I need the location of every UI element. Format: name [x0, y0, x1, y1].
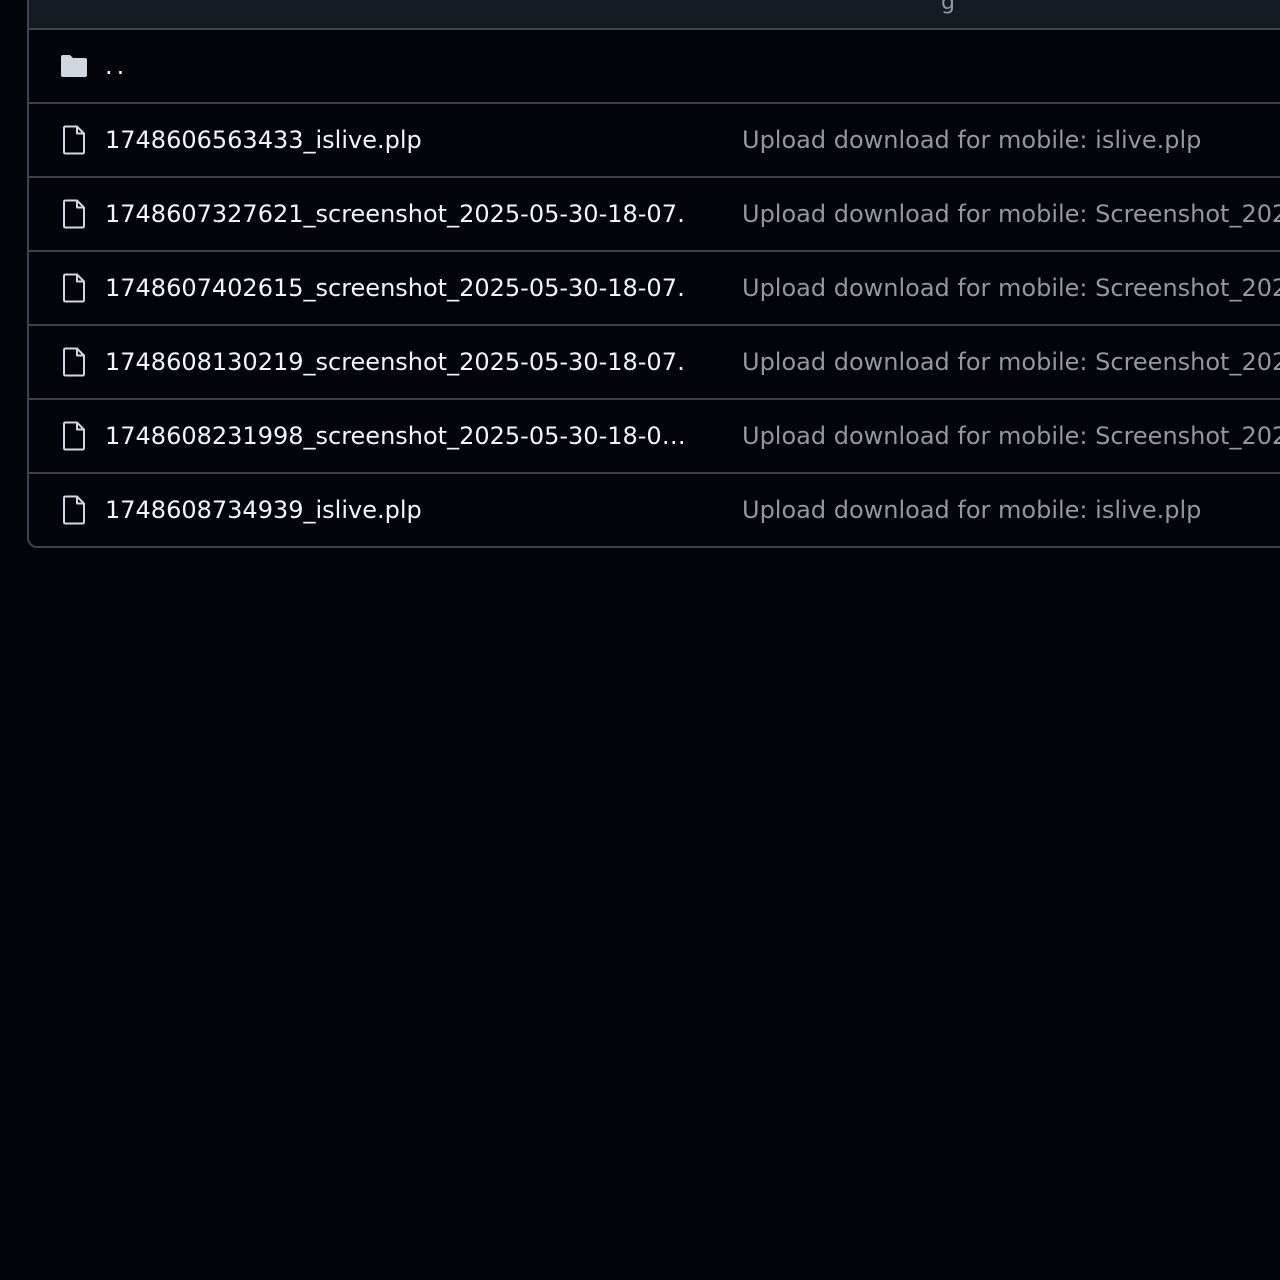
file-name-link[interactable]: 1748607327621_screenshot_2025-05-30-18-0… — [105, 200, 685, 228]
file-name-link[interactable]: 1748607402615_screenshot_2025-05-30-18-0… — [105, 274, 685, 302]
file-row[interactable]: 1748608130219_screenshot_2025-05-30-18-0… — [29, 326, 1280, 400]
file-row[interactable]: 1748607327621_screenshot_2025-05-30-18-0… — [29, 178, 1280, 252]
file-icon — [58, 124, 90, 156]
file-row[interactable]: 1748608734939_islive.plp Upload download … — [29, 474, 1280, 546]
file-row[interactable]: 1748608231998_screenshot_2025-05-30-18-0… — [29, 400, 1280, 474]
commit-message-link[interactable]: Upload download for mobile: islive.plp — [742, 126, 1201, 154]
parent-directory-row[interactable]: .. — [29, 30, 1280, 104]
commit-message-link[interactable]: Upload download for mobile: Screenshot_2… — [742, 274, 1280, 302]
commit-message-link[interactable]: Upload download for mobile: Screenshot_2… — [742, 200, 1280, 228]
commit-message-link[interactable]: Upload download for mobile: islive.plp — [742, 496, 1201, 524]
commit-message-link[interactable]: Upload download for mobile: Screenshot_2… — [742, 422, 1280, 450]
file-icon — [58, 346, 90, 378]
page: g .. 1748606563433_islive.plp Upload down… — [0, 0, 1280, 1280]
file-name-link[interactable]: 1748608231998_screenshot_2025-05-30-18-0… — [105, 422, 685, 450]
file-row[interactable]: 1748606563433_islive.plp Upload download … — [29, 104, 1280, 178]
parent-directory-link[interactable]: .. — [105, 52, 128, 80]
file-icon — [58, 494, 90, 526]
file-name-link[interactable]: 1748608130219_screenshot_2025-05-30-18-0… — [105, 348, 685, 376]
header-partial-text: g — [941, 0, 955, 15]
file-name-link[interactable]: 1748608734939_islive.plp — [105, 496, 685, 524]
folder-icon — [58, 50, 90, 82]
table-header: g — [29, 0, 1280, 30]
commit-message-link[interactable]: Upload download for mobile: Screenshot_2… — [742, 348, 1280, 376]
file-list-table: g .. 1748606563433_islive.plp Upload down… — [27, 0, 1280, 548]
file-icon — [58, 272, 90, 304]
file-name-link[interactable]: 1748606563433_islive.plp — [105, 126, 685, 154]
file-icon — [58, 198, 90, 230]
file-row[interactable]: 1748607402615_screenshot_2025-05-30-18-0… — [29, 252, 1280, 326]
file-icon — [58, 420, 90, 452]
